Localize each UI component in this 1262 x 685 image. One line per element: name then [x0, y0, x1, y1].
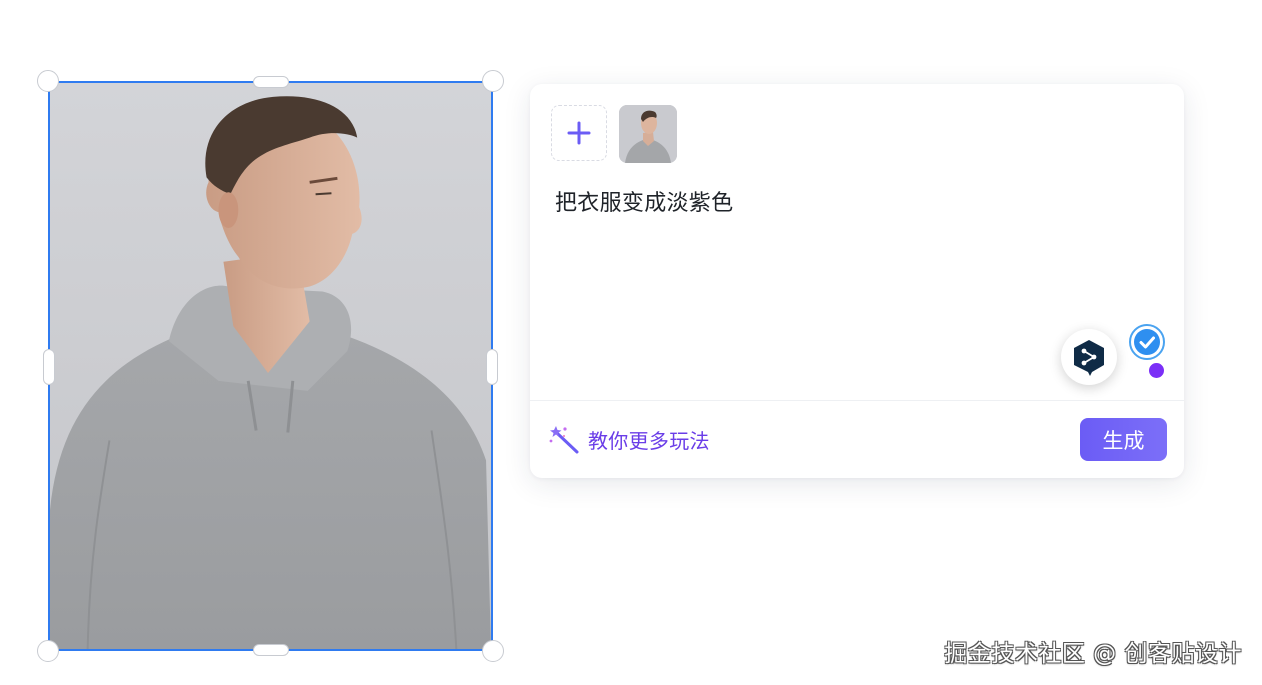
more-tips-label: 教你更多玩法	[588, 428, 710, 453]
deepl-hex-icon	[1074, 340, 1104, 376]
generate-button[interactable]: 生成	[1080, 418, 1167, 461]
plus-icon	[567, 121, 591, 145]
card-divider	[530, 400, 1184, 401]
more-tips-link[interactable]: 教你更多玩法	[548, 424, 710, 454]
reference-image-thumbnail[interactable]	[619, 105, 677, 163]
translate-assistant-button[interactable]	[1061, 329, 1117, 385]
resize-handle-bottom-right[interactable]	[482, 640, 504, 662]
watermark: 掘金技术社区 @ 创客贴设计	[944, 641, 1242, 667]
check-circle-icon[interactable]	[1128, 323, 1166, 361]
resize-handle-top-left[interactable]	[37, 70, 59, 92]
resize-handle-left[interactable]	[43, 349, 55, 385]
status-dot	[1149, 363, 1164, 378]
resize-handle-top[interactable]	[253, 76, 289, 88]
ai-edit-prompt-card: 把衣服变成淡紫色 教你更多玩法 生成	[530, 84, 1184, 478]
resize-handle-right[interactable]	[486, 349, 498, 385]
selected-canvas-image[interactable]	[37, 70, 504, 662]
add-reference-image-button[interactable]	[551, 105, 607, 161]
resize-handle-bottom[interactable]	[253, 644, 289, 656]
hoodie-photo	[50, 83, 491, 649]
resize-handle-top-right[interactable]	[482, 70, 504, 92]
magic-wand-icon	[549, 426, 579, 454]
resize-handle-bottom-left[interactable]	[37, 640, 59, 662]
prompt-input-text[interactable]: 把衣服变成淡紫色	[555, 188, 733, 220]
